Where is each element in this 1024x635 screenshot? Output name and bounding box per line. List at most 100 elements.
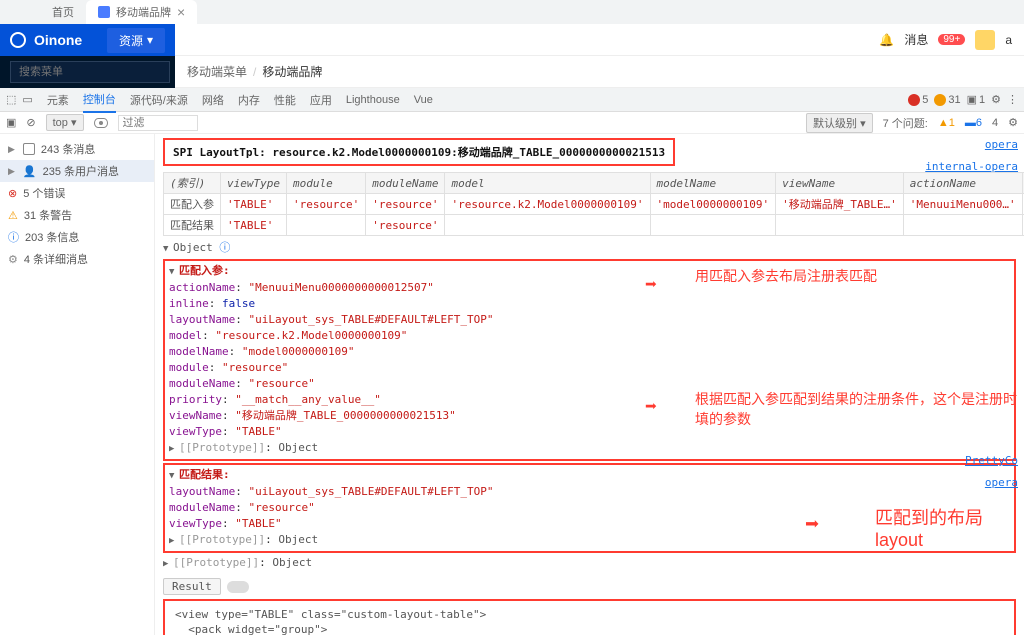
info-icon: ⓘ	[8, 229, 19, 245]
browser-tab-strip: 首页 移动端品牌 ×	[0, 0, 1024, 24]
menu-label: 资源	[119, 32, 143, 49]
sidebar-item-verbose[interactable]: ⚙4 条详细消息	[0, 248, 154, 270]
tree-object[interactable]: ▼Object ⓘ	[163, 240, 1016, 257]
sidebar-item-messages[interactable]: ▶243 条消息	[0, 138, 154, 160]
result-toggle[interactable]	[227, 581, 249, 593]
console-content: opera internal-opera SPI LayoutTpl: reso…	[155, 134, 1024, 635]
tree-match-in[interactable]: ▼匹配入参:	[169, 263, 1010, 280]
search-box: 🔍	[0, 56, 175, 88]
link-internal[interactable]: internal-opera	[925, 160, 1018, 173]
annotation-2: 根据匹配入参匹配到结果的注册条件，这个是注册时填的参数	[695, 389, 1024, 429]
spi-title: SPI LayoutTpl: resource.k2.Model00000001…	[163, 138, 675, 166]
app-favicon-icon	[98, 6, 110, 18]
notif-count-badge: 99+	[938, 34, 965, 45]
issues-n: 4	[992, 117, 998, 129]
message-sidebar: ▶243 条消息 ▶👤235 条用户消息 ⊗5 个错误 ⚠31 条警告 ⓘ203…	[0, 134, 155, 635]
resource-menu-dropdown[interactable]: 资源 ▾	[107, 28, 165, 53]
table-header-row: (索引)viewTypemodulemoduleNamemodelmodelNa…	[164, 173, 1024, 194]
breadcrumb-parent[interactable]: 移动端菜单	[187, 63, 247, 80]
console-table: (索引)viewTypemodulemoduleNamemodelmodelNa…	[163, 172, 1024, 236]
sidebar-item-errors[interactable]: ⊗5 个错误	[0, 182, 154, 204]
error-count[interactable]: 5	[908, 94, 928, 106]
tab-label: 首页	[52, 4, 74, 20]
error-icon: ⊗	[8, 187, 17, 200]
result-button[interactable]: Result	[163, 578, 221, 595]
bell-icon[interactable]: 🔔	[879, 33, 894, 47]
eye-icon[interactable]	[94, 118, 108, 128]
annotation-1: 用匹配入参去布局注册表匹配	[695, 266, 877, 286]
breadcrumb-current: 移动端品牌	[262, 63, 322, 80]
link-pretty[interactable]: PrettyCo	[965, 454, 1018, 467]
devtools-tab-sources[interactable]: 源代码/来源	[130, 88, 188, 112]
link-opera-1[interactable]: opera	[985, 138, 1018, 151]
result-bar: Result	[163, 578, 1016, 595]
issues-warn: ▲1	[938, 117, 955, 129]
gear-icon: ⚙	[8, 253, 18, 266]
filter-right: 默认级别 ▾ 7 个问题: ▲1 ▬6 4 ⚙	[806, 113, 1018, 133]
table-row: 匹配结果'TABLE''resource''uiLayout_sys_TA…'	[164, 215, 1024, 236]
warn-count[interactable]: 31	[934, 94, 960, 106]
arrow-icon: ➡	[645, 394, 657, 418]
filter-input[interactable]	[118, 115, 198, 131]
user-icon: 👤	[23, 165, 37, 178]
link-opera-2[interactable]: opera	[985, 476, 1018, 489]
devtools-bar: ⬚ ▭ 元素 控制台 源代码/来源 网络 内存 性能 应用 Lighthouse…	[0, 88, 1024, 112]
app-logo-icon	[10, 32, 26, 48]
main-area: ▶243 条消息 ▶👤235 条用户消息 ⊗5 个错误 ⚠31 条警告 ⓘ203…	[0, 134, 1024, 635]
gear-icon[interactable]: ⚙	[1008, 116, 1018, 129]
layout-code-block: <view type="TABLE" class="custom-layout-…	[163, 599, 1016, 635]
breadcrumb: 移动端菜单 / 移动端品牌	[175, 56, 1024, 88]
breadcrumb-sep: /	[253, 65, 256, 79]
match-in-block: ▼匹配入参: actionName: "MenuuiMenu0000000000…	[163, 259, 1016, 461]
devtools-left-icons: ⬚ ▭	[6, 93, 33, 106]
error-icon	[908, 94, 920, 106]
inspect-icon[interactable]: ⬚	[6, 93, 16, 106]
table-row: 匹配入参'TABLE''resource''resource''resource…	[164, 194, 1024, 215]
info-count[interactable]: ▣1	[967, 93, 986, 106]
devtools-tab-lighthouse[interactable]: Lighthouse	[346, 90, 400, 110]
app-header-right: 🔔 消息 99+ a	[175, 24, 1024, 56]
devtools-tab-vue[interactable]: Vue	[414, 90, 433, 110]
browser-tab-home[interactable]: 首页	[40, 0, 86, 24]
gear-icon[interactable]: ⚙	[991, 93, 1001, 106]
arrow-icon: ➡	[805, 510, 819, 538]
sidebar-toggle-icon[interactable]: ▣	[6, 116, 16, 129]
sidebar-item-info[interactable]: ⓘ203 条信息	[0, 226, 154, 248]
issues-flag: ▬6	[965, 117, 982, 129]
devtools-tab-elements[interactable]: 元素	[47, 88, 69, 112]
app-header: Oinone 资源 ▾ 🔔 消息 99+ a	[0, 24, 1024, 56]
expand-icon: ▶	[8, 166, 15, 177]
sidebar-item-user-messages[interactable]: ▶👤235 条用户消息	[0, 160, 154, 182]
user-name: a	[1005, 33, 1012, 47]
devtools-tab-memory[interactable]: 内存	[238, 88, 260, 112]
scope-dropdown[interactable]: top ▾	[46, 114, 84, 131]
app-header-left: Oinone 资源 ▾	[0, 24, 175, 56]
devtools-tab-application[interactable]: 应用	[310, 88, 332, 112]
browser-tab-active[interactable]: 移动端品牌 ×	[86, 0, 197, 24]
avatar[interactable]	[975, 30, 995, 50]
tree-match-out[interactable]: ▼匹配结果:	[169, 467, 1010, 484]
devtools-tab-console[interactable]: 控制台	[83, 87, 116, 113]
warn-icon	[934, 94, 946, 106]
close-icon[interactable]: ×	[177, 4, 185, 20]
arrow-icon: ➡	[645, 272, 657, 296]
notif-label: 消息	[904, 31, 928, 48]
devtools-tab-network[interactable]: 网络	[202, 88, 224, 112]
second-row: 🔍 移动端菜单 / 移动端品牌	[0, 56, 1024, 88]
list-icon	[23, 143, 35, 155]
chevron-down-icon: ▾	[147, 33, 153, 47]
device-icon[interactable]: ▭	[22, 93, 32, 106]
devtools-tab-performance[interactable]: 性能	[274, 88, 296, 112]
more-icon[interactable]: ⋮	[1007, 93, 1018, 106]
devtools-counts: 5 31 ▣1 ⚙ ⋮	[908, 93, 1018, 106]
issues-label: 7 个问题:	[883, 115, 928, 131]
warn-icon: ⚠	[8, 209, 18, 222]
clear-console-icon[interactable]: ⊘	[26, 116, 35, 129]
level-dropdown[interactable]: 默认级别 ▾	[806, 113, 873, 133]
sidebar-item-warnings[interactable]: ⚠31 条警告	[0, 204, 154, 226]
app-name: Oinone	[34, 32, 82, 48]
console-filter-bar: ▣ ⊘ top ▾ 默认级别 ▾ 7 个问题: ▲1 ▬6 4 ⚙	[0, 112, 1024, 134]
tab-label: 移动端品牌	[116, 4, 171, 20]
search-input[interactable]	[10, 61, 170, 83]
expand-icon: ▶	[8, 144, 15, 155]
